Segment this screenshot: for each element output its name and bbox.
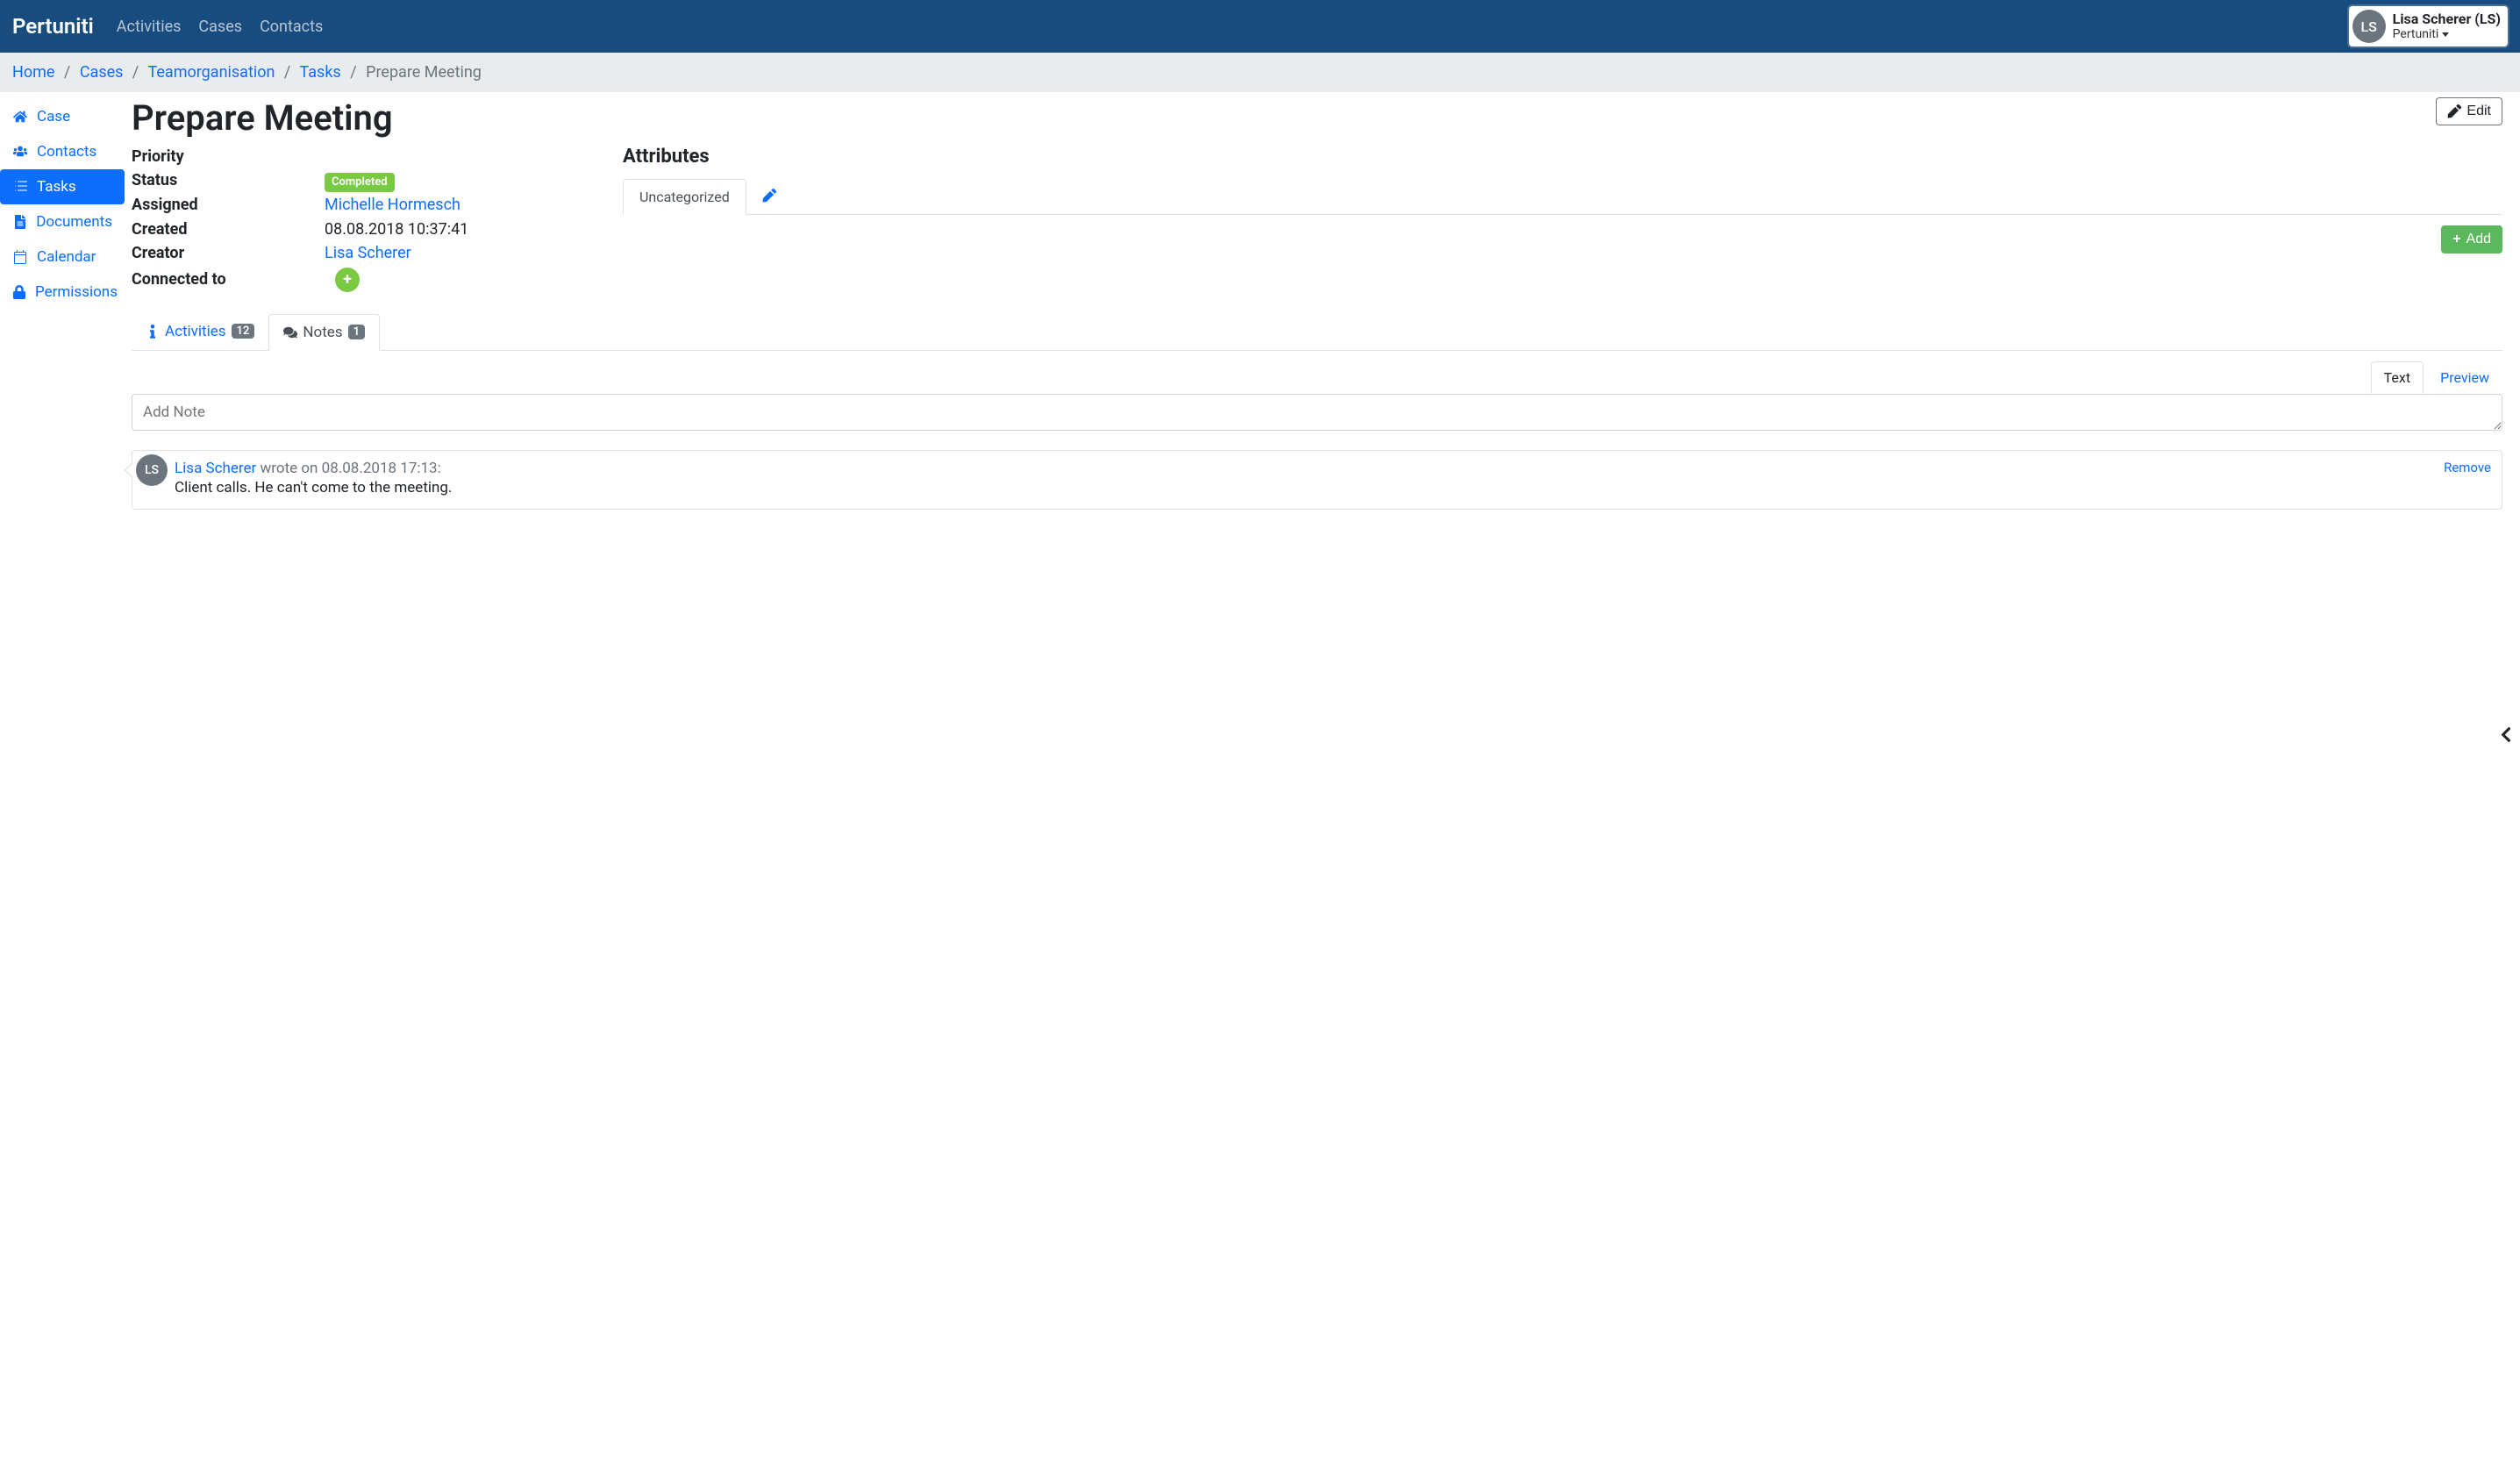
chevron-down-icon bbox=[2442, 32, 2449, 37]
attributes-panel: Attributes Uncategorized + Add bbox=[623, 146, 2502, 294]
crumb-team[interactable]: Teamorganisation bbox=[147, 63, 275, 82]
sidebar: Case Contacts Tasks Documents Calendar bbox=[0, 92, 125, 527]
plus-icon: + bbox=[343, 268, 352, 290]
crumb-cases[interactable]: Cases bbox=[80, 63, 124, 82]
pencil-icon bbox=[2447, 104, 2461, 118]
top-navbar: Pertuniti Activities Cases Contacts LS L… bbox=[0, 0, 2520, 53]
label-creator: Creator bbox=[132, 242, 325, 264]
sidebar-item-calendar[interactable]: Calendar bbox=[0, 239, 125, 275]
add-connection-button[interactable]: + bbox=[335, 268, 360, 292]
note-item: LS Remove Lisa Scherer wrote on 08.08.20… bbox=[132, 450, 2502, 510]
task-details: Priority StatusCompleted AssignedMichell… bbox=[132, 146, 570, 294]
value-created: 08.08.2018 10:37:41 bbox=[325, 218, 468, 240]
nav-contacts[interactable]: Contacts bbox=[260, 18, 323, 36]
sidebar-item-permissions[interactable]: Permissions bbox=[0, 275, 125, 310]
value-assigned[interactable]: Michelle Hormesch bbox=[325, 196, 460, 214]
value-creator[interactable]: Lisa Scherer bbox=[325, 244, 411, 262]
sidebar-label: Tasks bbox=[37, 178, 76, 196]
lock-icon bbox=[12, 285, 26, 299]
nav-activities[interactable]: Activities bbox=[117, 18, 182, 36]
user-display-name: Lisa Scherer (LS) bbox=[2393, 11, 2501, 27]
notes-count-badge: 1 bbox=[348, 325, 365, 339]
sub-tabs: Activities 12 Notes 1 bbox=[132, 313, 2502, 351]
home-icon bbox=[12, 110, 28, 124]
tab-notes[interactable]: Notes 1 bbox=[268, 314, 380, 351]
sidebar-item-case[interactable]: Case bbox=[0, 99, 125, 134]
pencil-icon bbox=[762, 189, 776, 203]
note-meta: wrote on 08.08.2018 17:13: bbox=[256, 460, 440, 477]
comments-icon bbox=[283, 325, 297, 339]
note-editor-tabs: Text Preview bbox=[132, 361, 2502, 394]
file-icon bbox=[12, 215, 27, 229]
status-badge: Completed bbox=[325, 173, 395, 192]
note-body: Client calls. He can't come to the meeti… bbox=[175, 479, 2489, 496]
user-menu[interactable]: LS Lisa Scherer (LS) Pertuniti bbox=[2349, 6, 2508, 46]
page-title: Prepare Meeting bbox=[132, 97, 393, 139]
label-created: Created bbox=[132, 218, 325, 240]
calendar-icon bbox=[12, 250, 28, 264]
label-priority: Priority bbox=[132, 146, 325, 168]
label-connected-to: Connected to bbox=[132, 268, 325, 290]
label-assigned: Assigned bbox=[132, 194, 325, 216]
note-author[interactable]: Lisa Scherer bbox=[175, 460, 256, 477]
editor-tab-preview[interactable]: Preview bbox=[2427, 361, 2502, 394]
chevron-left-icon bbox=[2497, 725, 2515, 743]
plus-icon: + bbox=[2452, 232, 2460, 247]
main-content: Prepare Meeting Edit Priority StatusComp… bbox=[125, 92, 2520, 527]
list-icon bbox=[12, 180, 28, 194]
note-remove-button[interactable]: Remove bbox=[2444, 460, 2491, 475]
sidebar-label: Permissions bbox=[35, 283, 118, 301]
editor-tab-text[interactable]: Text bbox=[2371, 361, 2424, 394]
activities-count-badge: 12 bbox=[232, 324, 255, 339]
users-icon bbox=[12, 145, 28, 159]
brand-link[interactable]: Pertuniti bbox=[12, 14, 94, 39]
sidebar-label: Case bbox=[37, 108, 70, 125]
breadcrumb: Home / Cases / Teamorganisation / Tasks … bbox=[0, 53, 2520, 92]
sidebar-label: Documents bbox=[36, 213, 112, 231]
attributes-title: Attributes bbox=[623, 146, 2502, 168]
avatar: LS bbox=[2352, 10, 2386, 43]
tab-activities[interactable]: Activities 12 bbox=[132, 313, 268, 350]
nav-cases[interactable]: Cases bbox=[198, 18, 242, 36]
note-avatar: LS bbox=[136, 454, 168, 486]
label-status: Status bbox=[132, 169, 325, 192]
crumb-tasks[interactable]: Tasks bbox=[299, 63, 340, 82]
sidebar-label: Contacts bbox=[37, 143, 96, 161]
edit-button[interactable]: Edit bbox=[2436, 97, 2502, 125]
sidebar-item-tasks[interactable]: Tasks bbox=[0, 169, 125, 204]
collapse-right-panel-button[interactable] bbox=[2497, 725, 2515, 746]
info-icon bbox=[146, 325, 160, 339]
attributes-tab-uncategorized[interactable]: Uncategorized bbox=[623, 179, 746, 215]
add-attribute-button[interactable]: + Add bbox=[2441, 225, 2502, 253]
crumb-home[interactable]: Home bbox=[12, 63, 54, 82]
sidebar-item-contacts[interactable]: Contacts bbox=[0, 134, 125, 169]
sidebar-item-documents[interactable]: Documents bbox=[0, 204, 125, 239]
sidebar-label: Calendar bbox=[37, 248, 96, 266]
user-org: Pertuniti bbox=[2393, 27, 2501, 41]
attributes-edit-button[interactable] bbox=[762, 188, 776, 204]
add-note-input[interactable] bbox=[132, 394, 2502, 431]
crumb-current: Prepare Meeting bbox=[366, 63, 482, 82]
